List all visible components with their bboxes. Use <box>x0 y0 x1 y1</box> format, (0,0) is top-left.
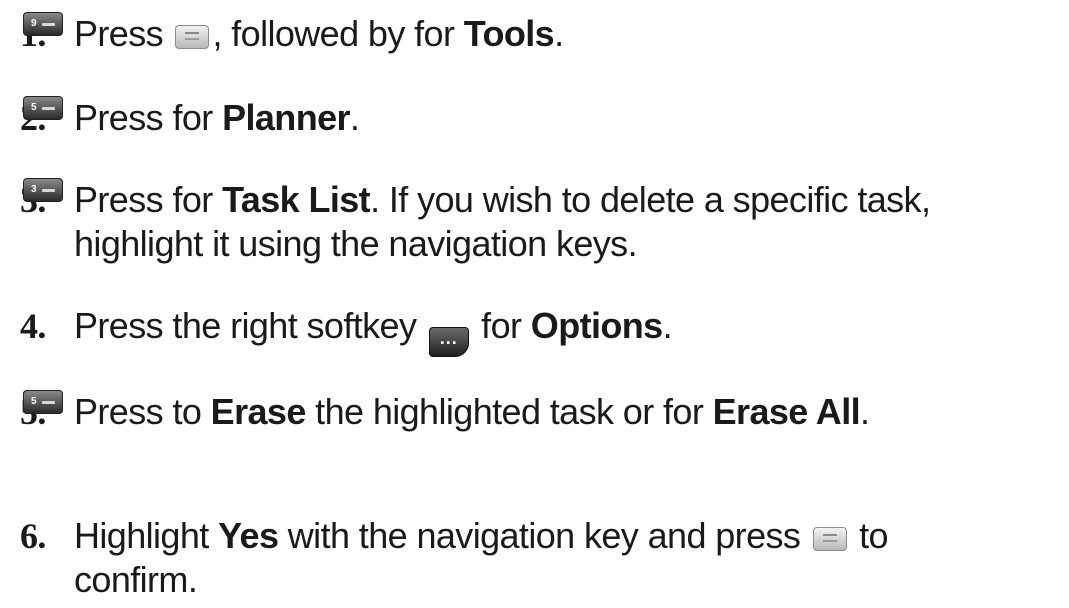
step-text-run: . <box>860 391 870 432</box>
step-text-run: Press the right softkey <box>74 305 426 346</box>
step-5: 5. Press 4 to Erase the highlighted task… <box>20 390 1065 434</box>
menu-term: Options <box>530 305 663 346</box>
three-key-icon: 3 <box>23 178 63 202</box>
step-text-run: for <box>663 391 713 432</box>
step-text: Press , followed by 9 for Tools. <box>23 12 1065 56</box>
menu-term: Task List <box>222 179 371 220</box>
step-text-run: , followed by <box>212 13 415 54</box>
step-text-run: Press <box>74 391 173 432</box>
nine-key-icon: 9 <box>23 12 63 36</box>
step-text-run: for <box>172 97 223 138</box>
step-text-run: Press <box>74 179 173 220</box>
step-text-run: Highlight <box>74 515 219 556</box>
step-text-run: . <box>349 97 360 138</box>
step-text-run: to <box>172 391 211 432</box>
step-4: 4. Press the right softkey ... for Optio… <box>20 304 1065 357</box>
step-text: Press 3 for Task List. If you wish to de… <box>23 178 1000 266</box>
menu-term: Erase <box>210 391 307 432</box>
menu-term: Planner <box>222 97 350 138</box>
step-text: Highlight Yes with the navigation key an… <box>74 514 990 602</box>
step-text-run: . <box>662 305 673 346</box>
step-text-run: . <box>554 13 564 54</box>
instruction-page: 1. Press , followed by 9 for Tools. 2. P… <box>0 0 1069 608</box>
menu-term: Yes <box>218 515 279 556</box>
step-3: 3. Press 3 for Task List. If you wish to… <box>20 178 1000 266</box>
five-key-icon: 5 <box>23 390 63 414</box>
step-text-run: Press <box>74 97 173 138</box>
step-number: 4. <box>20 306 46 346</box>
step-text: Press 4 to Erase the highlighted task or… <box>23 390 1065 434</box>
step-number: 6. <box>20 516 46 556</box>
step-1: 1. Press , followed by 9 for Tools. <box>20 12 1065 56</box>
menu-ok-key-icon <box>812 527 847 551</box>
step-text-run: with the navigation key and press <box>278 515 810 556</box>
step-text: Press the right softkey ... for Options. <box>74 304 1065 357</box>
step-text-run: for <box>414 13 464 54</box>
step-text-run: the highlighted task or <box>305 391 664 432</box>
step-text-run: for <box>172 179 223 220</box>
step-6: 6. Highlight Yes with the navigation key… <box>20 514 990 602</box>
step-text-run: Press <box>74 13 173 54</box>
menu-ok-key-icon <box>175 25 210 49</box>
menu-term: Tools <box>463 13 555 54</box>
menu-term: Erase All <box>712 391 861 432</box>
five-key-icon: 5 <box>23 96 63 120</box>
step-text: Press 5 for Planner. <box>23 96 1065 140</box>
step-2: 2. Press 5 for Planner. <box>20 96 1065 140</box>
right-softkey-icon: ... <box>428 327 469 357</box>
step-text-run: for <box>471 305 531 346</box>
